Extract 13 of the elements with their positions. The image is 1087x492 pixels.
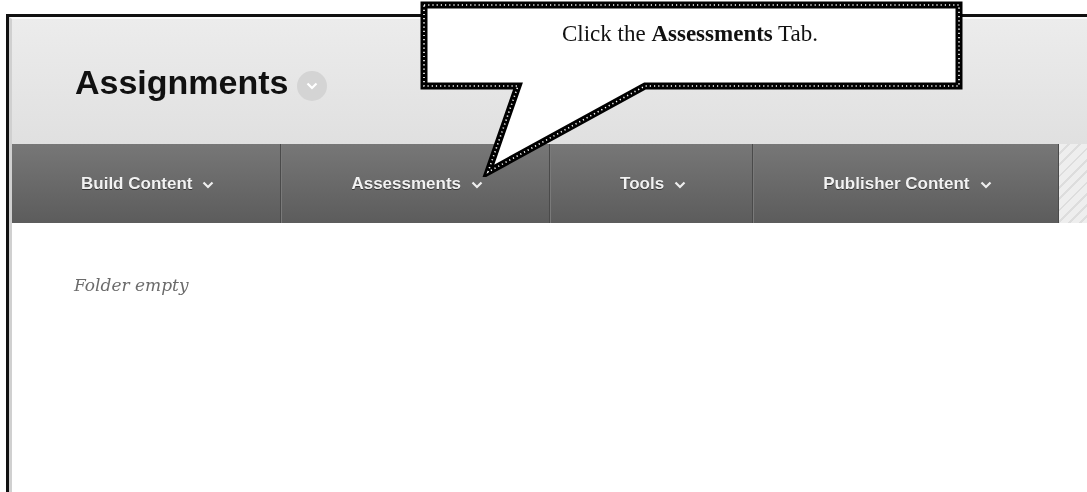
title-menu-button[interactable] xyxy=(296,70,327,101)
page-title: Assignments xyxy=(75,63,289,102)
chevron-down-icon xyxy=(202,180,215,189)
chevron-down-icon xyxy=(979,180,992,189)
menu-tab[interactable]: Assessments xyxy=(282,144,550,223)
menu-tab[interactable]: Publisher Content xyxy=(754,144,1058,223)
chevron-down-icon xyxy=(674,180,687,189)
callout-text: Click the Assessments Tab. xyxy=(560,21,820,47)
chevron-down-icon xyxy=(305,81,318,90)
menu-tab[interactable]: Tools xyxy=(551,144,753,223)
empty-folder-message: Folder empty xyxy=(74,275,189,295)
menu-tab[interactable]: Build Content xyxy=(12,144,281,223)
chevron-down-icon xyxy=(471,180,484,189)
